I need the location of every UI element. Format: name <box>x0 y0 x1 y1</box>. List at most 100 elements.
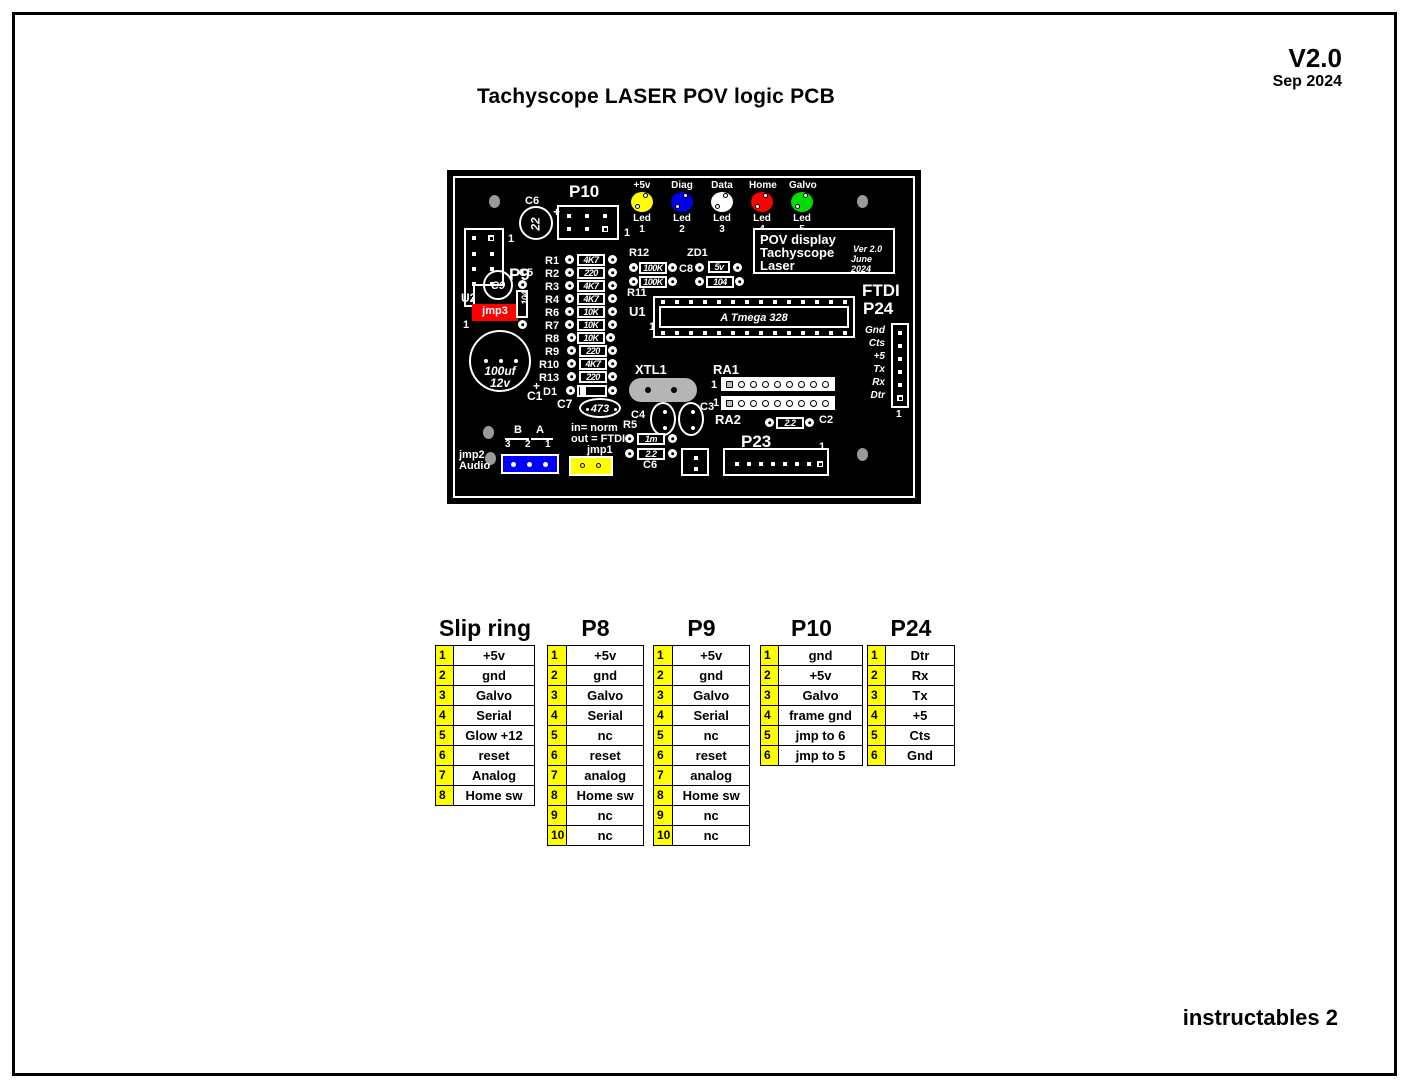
pin-number: 5 <box>867 725 886 746</box>
r12-pad-right <box>668 263 677 272</box>
table-row: 10 nc <box>652 825 750 846</box>
r1-pad-right <box>608 255 617 264</box>
led-4-body <box>751 192 773 212</box>
jmp2-num-1: 1 <box>545 439 551 450</box>
r4-pad-right <box>608 294 617 303</box>
table-row: 4 Serial <box>435 705 535 726</box>
jmp2-label-2: Audio <box>459 460 491 472</box>
zd1-pad-right <box>733 263 742 272</box>
pin-signal: Home sw <box>566 785 644 806</box>
r7-body: 10K <box>577 319 605 331</box>
table-row: 4 Serial <box>546 705 644 726</box>
r7-ref: R7 <box>545 320 560 332</box>
u1-chip-inner: A Tmega 328 <box>659 306 849 328</box>
r4-pad-left <box>565 294 574 303</box>
zd1-body: 5v <box>708 261 730 273</box>
p24-pin-dtr: Dtr <box>870 390 885 401</box>
r3-pad-left <box>565 281 574 290</box>
table-row: 4 frame gnd <box>760 705 863 726</box>
pin-signal: Dtr <box>885 645 955 666</box>
r9-pad-left <box>567 346 576 355</box>
r1-body: 4K7 <box>577 254 605 266</box>
table-row: 5 nc <box>546 725 644 746</box>
c5-body: 104 <box>516 290 528 318</box>
u1-chip-name: A Tmega 328 <box>720 312 788 324</box>
pin-number: 10 <box>652 825 674 846</box>
pin-number: 4 <box>546 705 568 726</box>
pin-number: 9 <box>546 805 568 826</box>
p24-pin-gnd: Gnd <box>865 325 885 336</box>
r6-pad-right <box>608 307 617 316</box>
pin-signal: +5 <box>885 705 955 726</box>
pin-signal: Analog <box>453 765 535 786</box>
pin-signal: +5v <box>778 665 863 686</box>
table-row: 5 Glow +12 <box>435 725 535 746</box>
jmp2-label-a: A <box>536 424 544 436</box>
pin-table-title: P10 <box>791 615 832 641</box>
r4-body: 4K7 <box>577 293 605 305</box>
r2-pad-left <box>565 268 574 277</box>
pin-number: 3 <box>435 685 454 706</box>
pin-table-title: P9 <box>687 615 716 641</box>
p24-pin-cts: Cts <box>868 338 885 349</box>
pin-number: 3 <box>867 685 886 706</box>
r13-pad-right <box>608 372 617 381</box>
table-row: 4 +5 <box>867 705 955 726</box>
r5-pad-right <box>668 434 677 443</box>
table-row: 1 +5v <box>652 645 750 666</box>
c1-value-2: 12v <box>489 376 511 390</box>
pin-number: 2 <box>867 665 886 686</box>
r9-body: 220 <box>579 345 607 357</box>
zd1-ref: ZD1 <box>687 247 708 259</box>
r2-ref: R2 <box>545 268 560 280</box>
d1-ref: D1 <box>543 386 558 398</box>
p9-pin1-marker: 1 <box>508 233 515 245</box>
c6-bot-pad-right <box>668 449 677 458</box>
jmp1-jumper[interactable] <box>569 456 613 476</box>
jmp2-jumper[interactable] <box>501 454 559 474</box>
led-5-name: Galvo <box>789 180 817 191</box>
jmp3-jumper[interactable]: jmp3 <box>472 304 518 321</box>
table-row: 8 Home sw <box>546 785 644 806</box>
led-5-body <box>791 192 813 212</box>
pin-signal: analog <box>566 765 644 786</box>
table-row: 6 reset <box>435 745 535 766</box>
table-row: 6 reset <box>546 745 644 766</box>
table-row: 2 Rx <box>867 665 955 686</box>
table-row: 2 +5v <box>760 665 863 686</box>
pin-number: 7 <box>546 765 568 786</box>
r10-pad-right <box>608 359 617 368</box>
r11-ref: R11 <box>627 287 647 299</box>
led-4: Home Led 4 <box>749 180 777 235</box>
c7-capacitor: 473 <box>579 398 621 418</box>
pin-signal: Glow +12 <box>453 725 535 746</box>
table-row: 7 analog <box>652 765 750 786</box>
table-row: 3 Tx <box>867 685 955 706</box>
pin-number: 10 <box>546 825 568 846</box>
r9-ref: R9 <box>545 346 560 358</box>
pin-signal: gnd <box>672 665 750 686</box>
jmp2-num-2: 2 <box>525 439 531 450</box>
c1-ref: C1 <box>527 389 543 403</box>
c2-pad-right <box>805 418 814 427</box>
led-2: Diag Led 2 <box>669 180 695 235</box>
table-row: 9 nc <box>546 805 644 826</box>
d1-pad-right <box>608 386 617 395</box>
pin-number: 8 <box>652 785 674 806</box>
pin-number: 1 <box>867 645 886 666</box>
p24-label: P24 <box>863 299 894 318</box>
version-date: Sep 2024 <box>1272 73 1342 91</box>
led-2-body <box>671 192 693 212</box>
table-row: 5 nc <box>652 725 750 746</box>
r2-pad-right <box>608 268 617 277</box>
table-row: 8 Home sw <box>652 785 750 806</box>
table-row: 7 Analog <box>435 765 535 786</box>
table-row: 1 Dtr <box>867 645 955 666</box>
p23-pin1-marker: 1 <box>819 441 826 453</box>
ra1-label: RA1 <box>713 362 740 377</box>
pin-signal: gnd <box>566 665 644 686</box>
pin-number: 6 <box>546 745 568 766</box>
r3-pad-right <box>608 281 617 290</box>
table-row: 10 nc <box>546 825 644 846</box>
pin-signal: Serial <box>672 705 750 726</box>
